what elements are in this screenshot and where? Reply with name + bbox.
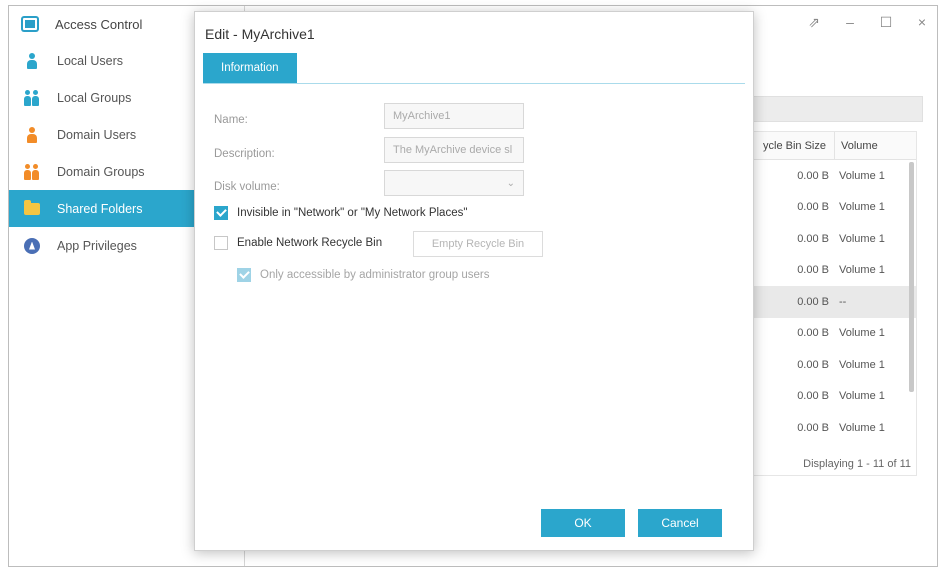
cell-volume: Volume 1 — [839, 421, 885, 434]
column-header-volume[interactable]: Volume — [835, 132, 878, 159]
grid-paging-status: Displaying 1 - 11 of 11 — [803, 458, 911, 470]
enable-recycle-bin-option[interactable]: Enable Network Recycle Bin — [214, 236, 382, 250]
sidebar-item-label: Shared Folders — [57, 201, 143, 216]
disk-volume-select[interactable]: ⌄ — [384, 170, 524, 196]
sidebar-item-label: Local Users — [57, 53, 123, 68]
sidebar-item-label: App Privileges — [57, 238, 137, 253]
enable-recycle-bin-label: Enable Network Recycle Bin — [237, 237, 383, 249]
sidebar-item-label: Domain Groups — [57, 164, 145, 179]
name-field[interactable]: MyArchive1 — [384, 103, 524, 129]
invisible-in-network-label: Invisible in "Network" or "My Network Pl… — [237, 207, 468, 219]
cell-volume: Volume 1 — [839, 201, 885, 214]
user-icon — [23, 52, 41, 70]
privilege-icon — [23, 237, 41, 255]
sidebar-item-label: Local Groups — [57, 90, 132, 105]
description-label: Description: — [214, 148, 275, 160]
folder-icon — [23, 199, 41, 218]
cell-volume: Volume 1 — [839, 358, 885, 371]
cell-volume: Volume 1 — [839, 327, 885, 340]
admin-only-option[interactable]: Only accessible by administrator group u… — [237, 268, 489, 282]
tab-divider — [203, 83, 745, 84]
group-icon — [23, 89, 41, 107]
admin-only-checkbox[interactable] — [237, 268, 251, 282]
dialog-title: Edit - MyArchive1 — [205, 26, 315, 42]
grid-scrollbar[interactable] — [909, 162, 914, 392]
cell-volume: Volume 1 — [839, 264, 885, 277]
disk-volume-label: Disk volume: — [214, 181, 280, 193]
enable-recycle-bin-checkbox[interactable] — [214, 236, 228, 250]
admin-only-label: Only accessible by administrator group u… — [260, 269, 490, 281]
name-label: Name: — [214, 114, 248, 126]
invisible-in-network-option[interactable]: Invisible in "Network" or "My Network Pl… — [214, 206, 467, 220]
edit-shared-folder-dialog: Edit - MyArchive1 Information Name: MyAr… — [194, 11, 754, 551]
description-field[interactable]: The MyArchive device sl — [384, 137, 524, 163]
cell-volume: Volume 1 — [839, 169, 885, 182]
sidebar-item-label: Domain Users — [57, 127, 137, 142]
domain-group-icon — [23, 163, 41, 181]
domain-user-icon — [23, 126, 41, 144]
ok-button[interactable]: OK — [541, 509, 625, 537]
invisible-in-network-checkbox[interactable] — [214, 206, 228, 220]
dialog-tab-bar: Information — [203, 53, 297, 83]
cell-volume: Volume 1 — [839, 390, 885, 403]
chevron-down-icon: ⌄ — [506, 177, 515, 189]
access-control-icon — [21, 16, 39, 32]
app-title: Access Control — [55, 16, 143, 32]
cancel-button[interactable]: Cancel — [638, 509, 722, 537]
cell-volume: -- — [839, 295, 847, 308]
empty-recycle-bin-button[interactable]: Empty Recycle Bin — [413, 231, 543, 257]
tab-information[interactable]: Information — [203, 53, 297, 83]
cell-volume: Volume 1 — [839, 232, 885, 245]
